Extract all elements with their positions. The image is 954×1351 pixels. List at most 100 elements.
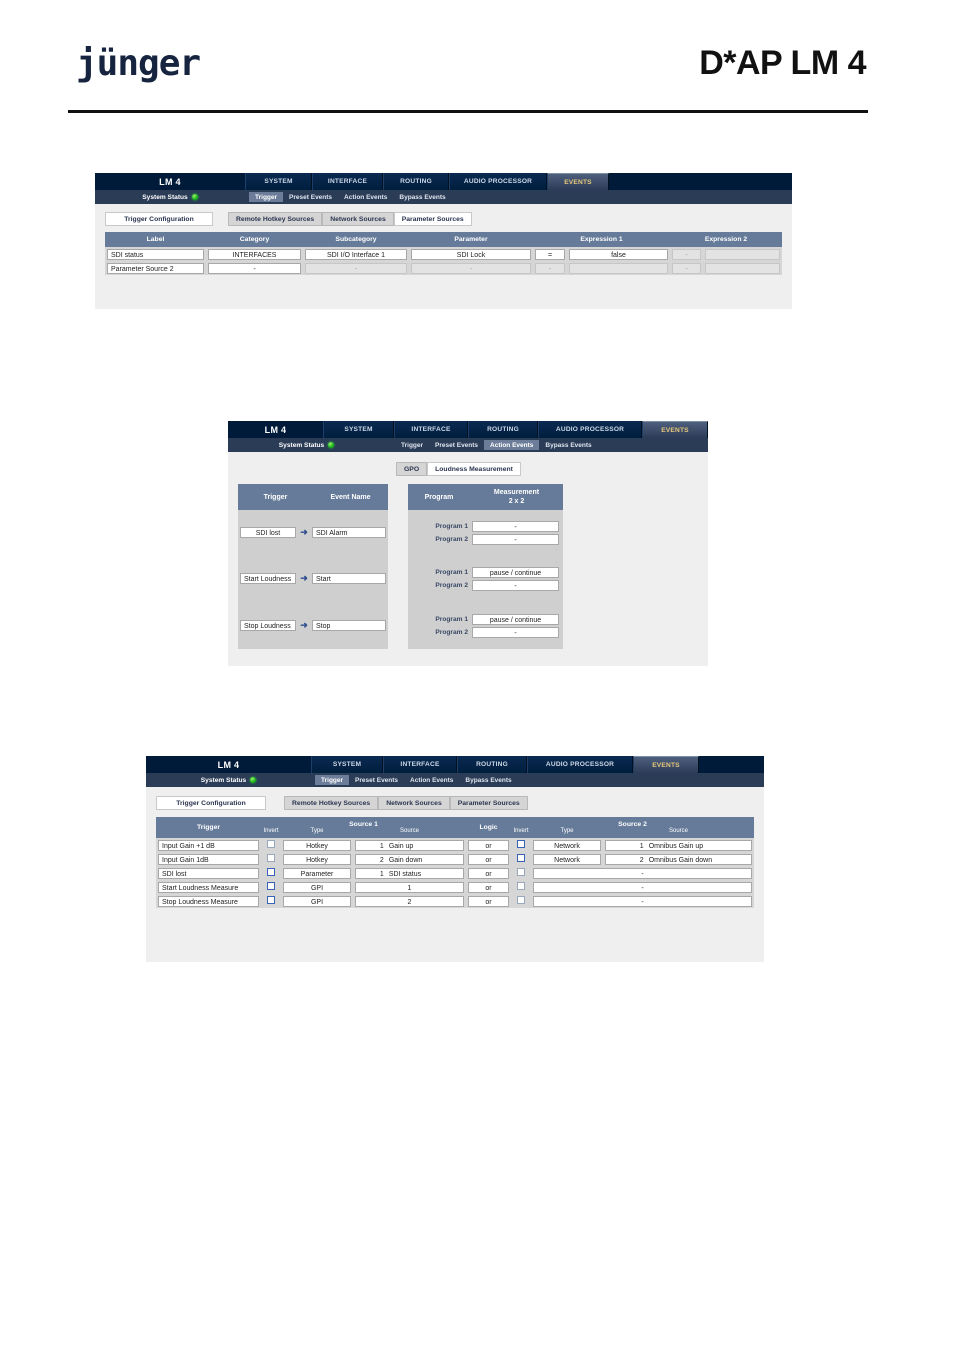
g1-r0-measurement[interactable]: pause / continue (472, 566, 559, 578)
row4-source-1[interactable]: 2 (355, 895, 464, 907)
row1-source-2[interactable]: 2 Omnibus Gain down (605, 853, 752, 865)
row1-invert-1-checkbox[interactable] (267, 854, 275, 862)
nav-tab-audio-processor[interactable]: AUDIO PROCESSOR (527, 756, 633, 773)
row4-invert-1-checkbox[interactable] (267, 896, 275, 904)
subtab-action-events[interactable]: Action Events (484, 440, 540, 450)
row1-logic[interactable]: or (468, 853, 509, 865)
panel2-nav-tabs[interactable]: SYSTEM INTERFACE ROUTING AUDIO PROCESSOR… (323, 421, 708, 438)
nav-tab-audio-processor[interactable]: AUDIO PROCESSOR (449, 173, 547, 190)
subtab-trigger[interactable]: Trigger (315, 775, 350, 785)
program-row[interactable]: Program 1 pause / continue (412, 613, 559, 625)
row1-type-1[interactable]: Hotkey (283, 853, 351, 865)
row2-invert-2-checkbox[interactable] (517, 868, 525, 876)
row0-invert-1-checkbox[interactable] (267, 840, 275, 848)
subtab-bypass-events[interactable]: Bypass Events (459, 775, 517, 785)
program-row[interactable]: Program 1 pause / continue (412, 566, 559, 578)
row1-type-2[interactable]: Network (533, 853, 601, 865)
subtab-action-events[interactable]: Action Events (404, 775, 459, 785)
tab-gpo[interactable]: GPO (396, 462, 428, 476)
nav-tab-routing[interactable]: ROUTING (457, 756, 527, 773)
row3-invert-2-checkbox[interactable] (517, 882, 525, 890)
row2-type-1[interactable]: Parameter (283, 867, 351, 879)
row1-event-name[interactable]: Start (312, 573, 386, 584)
row0-parameter[interactable]: SDI Lock (411, 248, 531, 260)
row0-expression-1[interactable]: false (569, 248, 668, 260)
row4-source-2[interactable]: - (533, 895, 752, 907)
row3-trigger[interactable]: Start Loudness Measure (158, 881, 259, 893)
panel2-subnav-items[interactable]: Trigger Preset Events Action Events Bypa… (395, 440, 598, 450)
tab-trigger-configuration[interactable]: Trigger Configuration (156, 796, 266, 810)
tab-remote-hotkey-sources[interactable]: Remote Hotkey Sources (228, 212, 323, 226)
row1-source-1[interactable]: 2 Gain down (355, 853, 464, 865)
table-row[interactable]: Input Gain 1dB Hotkey 2 Gain down or Netw… (156, 852, 754, 866)
g0-r0-measurement[interactable]: - (472, 520, 559, 532)
row0-event-name[interactable]: SDI Alarm (312, 527, 386, 538)
row3-source-1[interactable]: 1 (355, 881, 464, 893)
row2-trigger[interactable]: Stop Loudness (240, 620, 296, 631)
row3-type-1[interactable]: GPI (283, 881, 351, 893)
g0-r1-measurement[interactable]: - (472, 533, 559, 545)
row3-logic[interactable]: or (468, 881, 509, 893)
row0-subcategory[interactable]: SDI I/O Interface 1 (305, 248, 407, 260)
table-row[interactable]: SDI status INTERFACES SDI I/O Interface … (105, 247, 782, 261)
program-row[interactable]: Program 1 - (412, 520, 559, 532)
table-row[interactable]: SDI lost Parameter 1 SDI status or - (156, 866, 754, 880)
row1-trigger[interactable]: Start Loudness (240, 573, 296, 584)
row0-category[interactable]: INTERFACES (208, 248, 301, 260)
panel1-nav-tabs[interactable]: SYSTEM INTERFACE ROUTING AUDIO PROCESSOR… (245, 173, 609, 190)
row2-source-2[interactable]: - (533, 867, 752, 879)
nav-tab-events[interactable]: EVENTS (633, 756, 699, 773)
subtab-preset-events[interactable]: Preset Events (349, 775, 404, 785)
subtab-preset-events[interactable]: Preset Events (283, 192, 338, 202)
row0-logic[interactable]: or (468, 839, 509, 851)
row1-label[interactable]: Parameter Source 2 (107, 262, 204, 274)
row2-invert-1-checkbox[interactable] (267, 868, 275, 876)
row0-type-1[interactable]: Hotkey (283, 839, 351, 851)
row0-trigger[interactable]: Input Gain +1 dB (158, 839, 259, 851)
tab-remote-hotkey-sources[interactable]: Remote Hotkey Sources (284, 796, 379, 810)
nav-tab-audio-processor[interactable]: AUDIO PROCESSOR (538, 421, 642, 438)
row0-invert-2-checkbox[interactable] (517, 840, 525, 848)
row4-invert-2-checkbox[interactable] (517, 896, 525, 904)
subtab-action-events[interactable]: Action Events (338, 192, 393, 202)
tab-network-sources[interactable]: Network Sources (322, 212, 394, 226)
program-row[interactable]: Program 2 - (412, 533, 559, 545)
row0-trigger[interactable]: SDI lost (240, 527, 296, 538)
row2-logic[interactable]: or (468, 867, 509, 879)
tab-trigger-configuration[interactable]: Trigger Configuration (105, 212, 213, 226)
row4-logic[interactable]: or (468, 895, 509, 907)
nav-tab-interface[interactable]: INTERFACE (394, 421, 468, 438)
table-row[interactable]: Stop Loudness Measure GPI 2 or - (156, 894, 754, 908)
panel1-subnav-items[interactable]: Trigger Preset Events Action Events Bypa… (249, 192, 452, 202)
panel3-subnav-items[interactable]: Trigger Preset Events Action Events Bypa… (315, 775, 518, 785)
nav-tab-routing[interactable]: ROUTING (468, 421, 538, 438)
nav-tab-system[interactable]: SYSTEM (245, 173, 312, 190)
row2-source-1[interactable]: 1 SDI status (355, 867, 464, 879)
nav-tab-interface[interactable]: INTERFACE (383, 756, 457, 773)
tab-parameter-sources[interactable]: Parameter Sources (393, 212, 472, 226)
row3-invert-1-checkbox[interactable] (267, 882, 275, 890)
nav-tab-routing[interactable]: ROUTING (383, 173, 449, 190)
table-row[interactable]: Parameter Source 2 - - - - - (105, 261, 782, 275)
nav-tab-events[interactable]: EVENTS (547, 173, 609, 190)
row2-event-name[interactable]: Stop (312, 620, 386, 631)
nav-tab-events[interactable]: EVENTS (642, 421, 708, 438)
g1-r1-measurement[interactable]: - (472, 579, 559, 591)
row1-trigger[interactable]: Input Gain 1dB (158, 853, 259, 865)
table-row[interactable]: Start Loudness Measure GPI 1 or - (156, 880, 754, 894)
subtab-preset-events[interactable]: Preset Events (429, 440, 484, 450)
nav-tab-system[interactable]: SYSTEM (311, 756, 383, 773)
tab-network-sources[interactable]: Network Sources (378, 796, 450, 810)
table-row[interactable]: Stop Loudness ➜ Stop (238, 602, 388, 649)
subtab-bypass-events[interactable]: Bypass Events (539, 440, 597, 450)
nav-tab-interface[interactable]: INTERFACE (312, 173, 383, 190)
g2-r0-measurement[interactable]: pause / continue (472, 613, 559, 625)
panel3-nav-tabs[interactable]: SYSTEM INTERFACE ROUTING AUDIO PROCESSOR… (311, 756, 699, 773)
row1-category[interactable]: - (208, 262, 301, 274)
tab-parameter-sources[interactable]: Parameter Sources (449, 796, 528, 810)
g2-r1-measurement[interactable]: - (472, 626, 559, 638)
tab-loudness-measurement[interactable]: Loudness Measurement (427, 462, 521, 476)
table-row[interactable]: SDI lost ➜ SDI Alarm (238, 510, 388, 555)
subtab-bypass-events[interactable]: Bypass Events (393, 192, 451, 202)
subtab-trigger[interactable]: Trigger (249, 192, 284, 202)
